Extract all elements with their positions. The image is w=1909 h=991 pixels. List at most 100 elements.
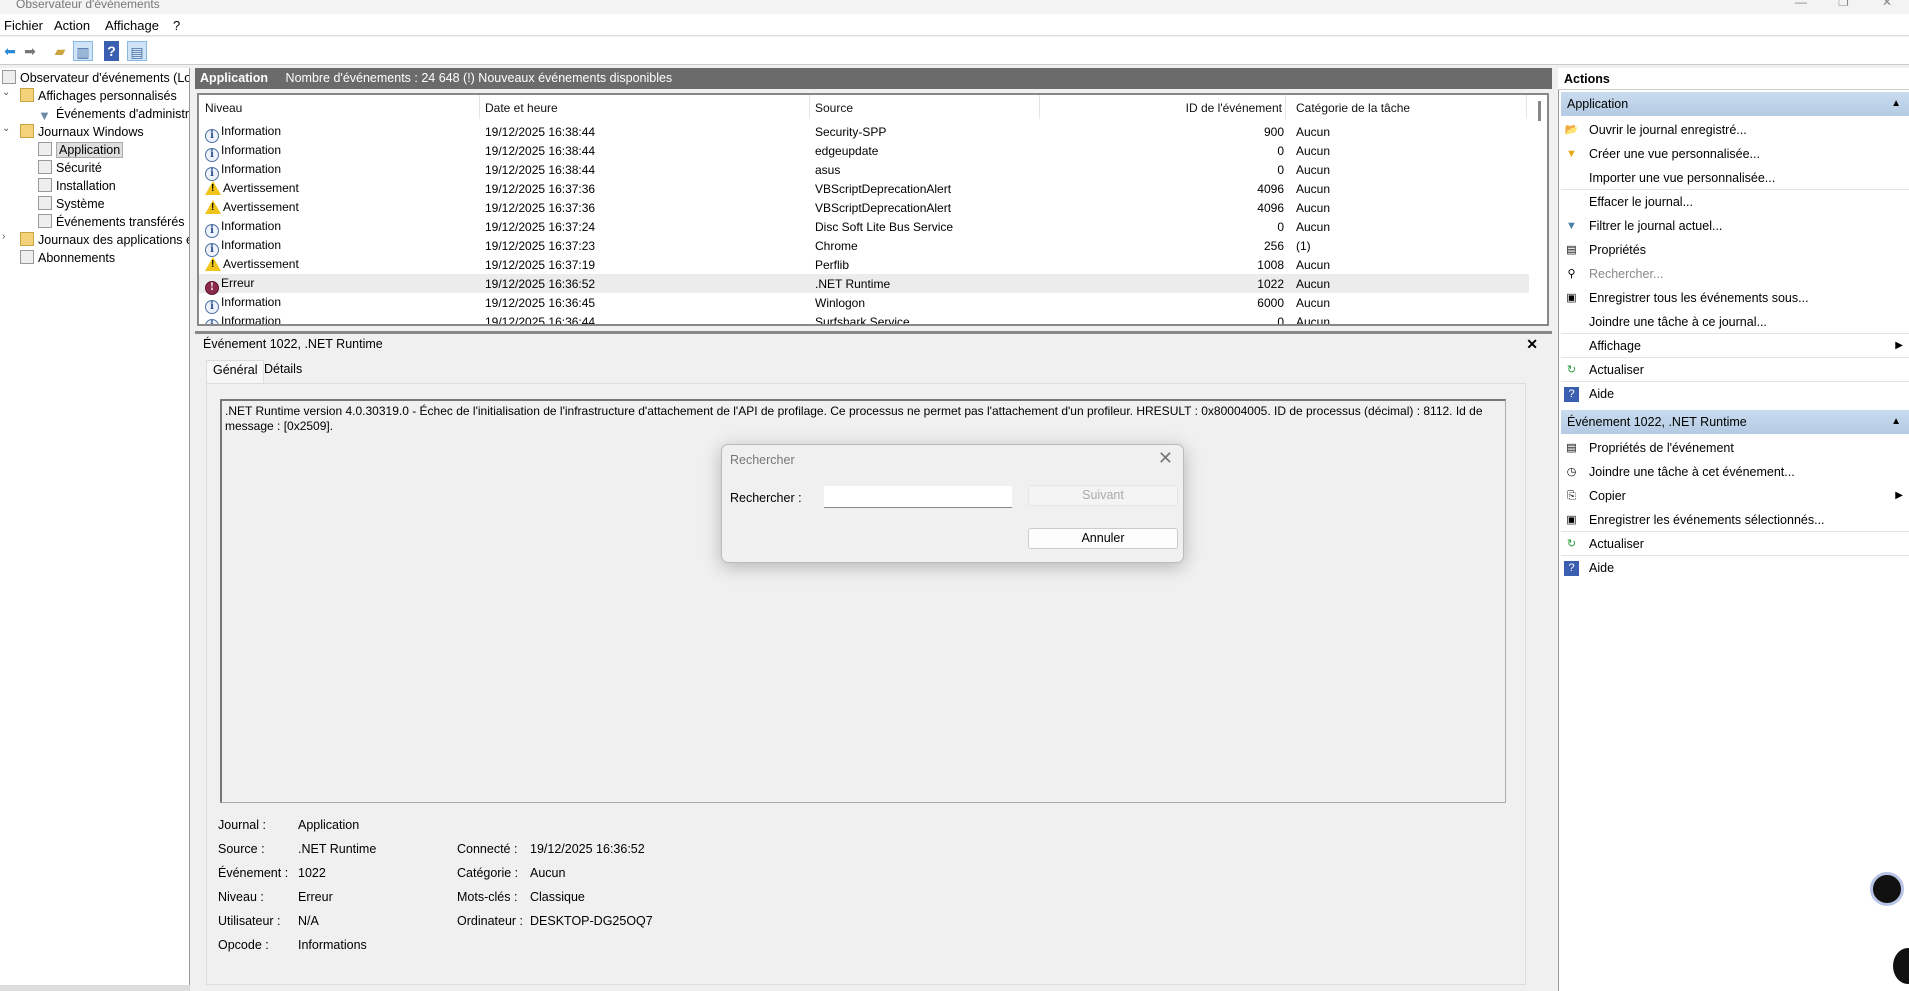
field-value[interactable]: Informations bbox=[298, 938, 367, 952]
action-item[interactable]: ▤ Propriétés de l'événement bbox=[1561, 436, 1909, 460]
field-value[interactable]: 19/12/2025 16:36:52 bbox=[530, 842, 645, 856]
actions-section-header[interactable]: Application ▲ bbox=[1561, 92, 1909, 116]
submenu-arrow-icon: ▶ bbox=[1895, 490, 1903, 501]
section-title: Événement 1022, .NET Runtime bbox=[1567, 415, 1747, 429]
action-item[interactable]: Effacer le journal... bbox=[1561, 190, 1909, 214]
field-value[interactable]: 1022 bbox=[298, 866, 326, 880]
chevron-down-icon[interactable]: ⌄ bbox=[2, 87, 10, 98]
action-item[interactable]: 📂 Ouvrir le journal enregistré... bbox=[1561, 118, 1909, 142]
table-row[interactable]: i Information 19/12/2025 16:38:44 edgeupdat… bbox=[199, 141, 1529, 162]
event-id-cell: 900 bbox=[1263, 125, 1284, 139]
action-item[interactable]: ⚲ Rechercher... bbox=[1561, 262, 1909, 286]
field-value[interactable]: Application bbox=[298, 818, 359, 832]
table-row[interactable]: i Information 19/12/2025 16:36:44 Surfshark… bbox=[199, 312, 1529, 326]
menu-affichage[interactable]: Affichage bbox=[105, 18, 159, 33]
category-cell: Aucun bbox=[1296, 125, 1331, 139]
column-header-date[interactable]: Date et heure bbox=[485, 101, 558, 115]
next-button[interactable]: Suivant bbox=[1028, 485, 1178, 506]
task-clock-icon: ◷ bbox=[1566, 466, 1577, 478]
table-row[interactable]: i Information 19/12/2025 16:38:44 Security-… bbox=[199, 122, 1529, 143]
tree-item[interactable]: Affichages personnalisés bbox=[20, 87, 177, 105]
tree-item[interactable]: Observateur d'événements (Local) bbox=[2, 69, 190, 87]
table-row[interactable]: i Information 19/12/2025 16:36:45 Winlogon A… bbox=[199, 293, 1529, 314]
action-item[interactable]: ? Aide bbox=[1561, 556, 1909, 580]
action-item[interactable]: ▼ Créer une vue personnalisée... bbox=[1561, 142, 1909, 166]
collapse-triangle-icon[interactable]: ▲ bbox=[1891, 410, 1901, 434]
action-item[interactable]: Affichage ▶ bbox=[1561, 334, 1909, 358]
source-cell: Surfshark Service bbox=[815, 315, 910, 326]
tree-item[interactable]: ▼ Événements d'administration bbox=[38, 105, 189, 123]
chevron-down-icon[interactable]: ⌄ bbox=[2, 123, 10, 134]
table-row[interactable]: ! Erreur 19/12/2025 16:36:52 .NET Runtime Au… bbox=[199, 274, 1529, 295]
actions-section-header[interactable]: Événement 1022, .NET Runtime ▲ bbox=[1561, 410, 1909, 434]
minimize-button[interactable]: — bbox=[1795, 0, 1807, 8]
tree-item[interactable]: Journaux des applications et des service… bbox=[20, 231, 189, 249]
column-header-source[interactable]: Source bbox=[815, 101, 853, 115]
action-item[interactable]: Joindre une tâche à ce journal... bbox=[1561, 310, 1909, 334]
tree-item[interactable]: Système bbox=[38, 195, 105, 213]
action-item[interactable]: ⎘ Copier ▶ bbox=[1561, 484, 1909, 508]
action-item[interactable]: ↻ Actualiser bbox=[1561, 358, 1909, 382]
tree-item[interactable]: Événements transférés bbox=[38, 213, 185, 231]
event-id-cell: 0 bbox=[1277, 315, 1284, 326]
tree-item[interactable]: Sécurité bbox=[38, 159, 102, 177]
table-row[interactable]: i Information 19/12/2025 16:38:44 asus Aucun… bbox=[199, 160, 1529, 181]
column-header-task-category[interactable]: Catégorie de la tâche bbox=[1296, 101, 1410, 115]
field-value[interactable]: Erreur bbox=[298, 890, 333, 904]
action-item[interactable]: ▣ Enregistrer les événements sélectionnés… bbox=[1561, 508, 1909, 532]
tree-item-label: Affichages personnalisés bbox=[38, 89, 177, 103]
action-item[interactable]: ↻ Actualiser bbox=[1561, 532, 1909, 556]
collapse-triangle-icon[interactable]: ▲ bbox=[1891, 92, 1901, 116]
actions-title: Actions bbox=[1558, 68, 1909, 90]
close-detail-icon[interactable]: ✕ bbox=[1526, 334, 1538, 354]
tree-item[interactable]: Installation bbox=[38, 177, 116, 195]
close-window-button[interactable]: ✕ bbox=[1882, 0, 1892, 8]
table-row[interactable]: ! Avertissement 19/12/2025 16:37:36 VBScrip… bbox=[199, 179, 1529, 198]
section-title: Application bbox=[1567, 97, 1629, 111]
action-item[interactable]: ▼ Filtrer le journal actuel... bbox=[1561, 214, 1909, 238]
tree-item[interactable]: Abonnements bbox=[20, 249, 115, 267]
column-header-event-id[interactable]: ID de l'événement bbox=[1186, 101, 1282, 115]
tree-item[interactable]: Journaux Windows bbox=[20, 123, 144, 141]
tree-item[interactable]: Application bbox=[38, 141, 124, 159]
field-label: Connecté : bbox=[457, 842, 518, 856]
action-label: Actualiser bbox=[1589, 537, 1644, 551]
field-value[interactable]: Classique bbox=[530, 890, 585, 904]
tree-horizontal-scrollbar[interactable] bbox=[0, 985, 190, 991]
close-dialog-icon[interactable]: ✕ bbox=[1158, 448, 1173, 469]
forward-arrow-icon[interactable]: ➡ bbox=[20, 41, 40, 61]
field-value[interactable]: .NET Runtime bbox=[298, 842, 376, 856]
action-item[interactable]: ◷ Joindre une tâche à cet événement... bbox=[1561, 460, 1909, 484]
tab-general[interactable]: Général bbox=[206, 360, 265, 384]
field-value[interactable]: N/A bbox=[298, 914, 319, 928]
chevron-right-icon[interactable]: › bbox=[2, 231, 5, 242]
table-row[interactable]: i Information 19/12/2025 16:37:23 Chrome (1)… bbox=[199, 236, 1529, 257]
table-row[interactable]: ! Avertissement 19/12/2025 16:37:36 VBScrip… bbox=[199, 198, 1529, 217]
up-folder-icon[interactable]: ▰ bbox=[50, 41, 70, 61]
show-hide-actions-icon[interactable]: ▤ bbox=[127, 41, 147, 61]
help-icon[interactable]: ? bbox=[104, 41, 119, 61]
show-hide-tree-icon[interactable]: ▥ bbox=[73, 41, 93, 61]
cancel-button[interactable]: Annuler bbox=[1028, 528, 1178, 549]
tree-item-label: Observateur d'événements (Local) bbox=[20, 71, 190, 85]
maximize-button[interactable]: ❐ bbox=[1838, 0, 1849, 8]
copy-icon: ⎘ bbox=[1567, 490, 1576, 502]
mascot-assistant-icon[interactable] bbox=[1870, 872, 1904, 906]
action-item[interactable]: ? Aide bbox=[1561, 382, 1909, 406]
find-input[interactable] bbox=[824, 486, 1012, 508]
field-value[interactable]: DESKTOP-DG25OQ7 bbox=[530, 914, 653, 928]
menu-action[interactable]: Action bbox=[54, 18, 90, 33]
table-scrollbar[interactable] bbox=[1538, 101, 1541, 121]
column-header-niveau[interactable]: Niveau bbox=[205, 101, 242, 115]
action-item[interactable]: ▤ Propriétés bbox=[1561, 238, 1909, 262]
back-arrow-icon[interactable]: ⬅ bbox=[0, 41, 20, 61]
action-label: Ouvrir le journal enregistré... bbox=[1589, 123, 1747, 137]
menu-fichier[interactable]: Fichier bbox=[4, 18, 43, 33]
action-item[interactable]: ▣ Enregistrer tous les événements sous... bbox=[1561, 286, 1909, 310]
menu-help[interactable]: ? bbox=[173, 18, 180, 33]
field-value[interactable]: Aucun bbox=[530, 866, 565, 880]
action-item[interactable]: Importer une vue personnalisée... bbox=[1561, 166, 1909, 190]
table-row[interactable]: i Information 19/12/2025 16:37:24 Disc Soft… bbox=[199, 217, 1529, 238]
table-row[interactable]: ! Avertissement 19/12/2025 16:37:19 Perflib… bbox=[199, 255, 1529, 274]
tab-details[interactable]: Détails bbox=[258, 360, 308, 378]
